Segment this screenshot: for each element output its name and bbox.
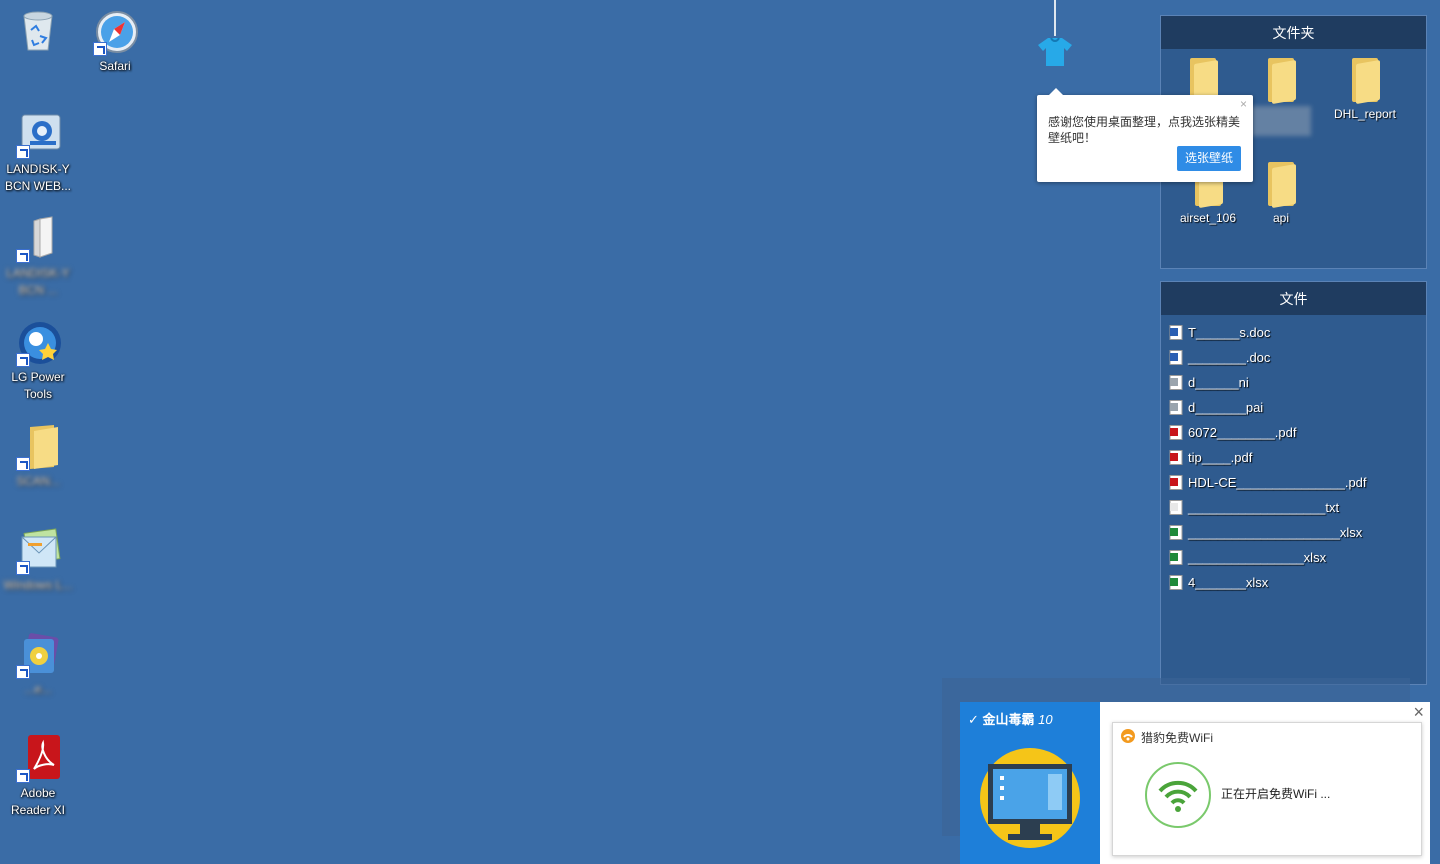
landisk-web-icon (14, 111, 62, 159)
file-item[interactable]: _____________________xlsx (1169, 521, 1362, 543)
gear-file-icon (1169, 374, 1183, 390)
lg-power-tools-shortcut[interactable]: LG Power Tools (0, 319, 76, 403)
file-name: HDL-CE_______________.pdf (1188, 474, 1367, 490)
file-name: T______s.doc (1188, 324, 1271, 340)
windows-live-mail-icon (14, 527, 62, 575)
file-name: ________.doc (1188, 349, 1271, 365)
blurred-folder-name (1251, 106, 1311, 136)
landisk-web-shortcut[interactable]: LANDISK-Y BCN WEB... (0, 111, 76, 195)
media-app-icon (14, 631, 62, 679)
file-item[interactable]: 6072________.pdf (1169, 421, 1296, 443)
file-item[interactable]: d_______pai (1169, 396, 1263, 418)
media-app-shortcut[interactable]: ...e... (0, 631, 76, 698)
file-item[interactable]: ________________xlsx (1169, 546, 1326, 568)
file-name: ___________________txt (1188, 499, 1340, 515)
landisk-drive-shortcut[interactable]: LANDISK-Y BCN ... (0, 215, 76, 299)
word-file-icon (1169, 324, 1183, 340)
adobe-reader-icon (14, 735, 62, 783)
shortcut-arrow-icon (16, 249, 30, 263)
file-item[interactable]: T______s.doc (1169, 321, 1270, 343)
scan-folder-label: SCAN... (16, 474, 60, 488)
shortcut-arrow-icon (16, 145, 30, 159)
wallpaper-tooltip: × 感谢您使用桌面整理，点我选张精美壁纸吧！ 选张壁纸 (1037, 88, 1253, 182)
landisk-web-label: LANDISK-Y BCN WEB... (4, 162, 71, 193)
file-fence-panel[interactable]: 文件 T______s.doc ________.doc d______ni d___… (1160, 281, 1427, 685)
safari-label: Safari (99, 59, 131, 73)
kingsoft-panel: ✓ 金山毒霸 10 (960, 702, 1100, 864)
lg-power-tools-label: LG Power Tools (11, 370, 65, 401)
txt-file-icon (1169, 499, 1183, 515)
cheetah-wifi-logo-icon (1121, 729, 1135, 743)
monitor-illustration-icon (980, 748, 1080, 848)
lg-power-tools-icon (14, 319, 62, 367)
tooltip-close-icon[interactable]: × (1240, 97, 1247, 111)
wifi-popup: 猎豹免费WiFi 正在开启免费WiFi ... (1112, 722, 1422, 856)
tshirt-skin-icon[interactable] (1037, 34, 1073, 70)
recycle-bin-graphic (14, 6, 62, 54)
file-item[interactable]: 4_______xlsx (1169, 571, 1268, 593)
xlsx-file-icon (1169, 524, 1183, 540)
fence-folder-item[interactable]: DHL_report (1327, 58, 1403, 122)
folder-icon (1266, 162, 1296, 209)
folder-icon (14, 423, 62, 471)
windows-live-shortcut[interactable]: Windows L... (0, 527, 76, 594)
gear-file-icon (1169, 399, 1183, 415)
choose-wallpaper-button[interactable]: 选张壁纸 (1177, 146, 1241, 171)
shortcut-arrow-icon (93, 42, 107, 56)
folder-icon (1350, 58, 1380, 105)
folder-icon (1266, 58, 1296, 105)
adobe-reader-shortcut[interactable]: Adobe Reader XI (0, 735, 76, 819)
adobe-reader-label: Adobe Reader XI (10, 786, 66, 817)
media-app-label: ...e... (24, 682, 52, 696)
pdf-file-icon (1169, 474, 1183, 490)
file-item[interactable]: ___________________txt (1169, 496, 1339, 518)
fence-folder-item[interactable] (1243, 58, 1319, 140)
windows-live-label: Windows L... (3, 578, 73, 592)
file-item[interactable]: d______ni (1169, 371, 1249, 393)
scan-folder-shortcut[interactable]: SCAN... (0, 423, 76, 490)
file-fence-title: 文件 (1161, 282, 1426, 315)
xlsx-file-icon (1169, 574, 1183, 590)
nas-drive-icon (14, 215, 62, 263)
shortcut-arrow-icon (16, 457, 30, 471)
shortcut-arrow-icon (16, 769, 30, 783)
shortcut-arrow-icon (16, 353, 30, 367)
pdf-file-icon (1169, 424, 1183, 440)
tooltip-message: 感谢您使用桌面整理，点我选张精美壁纸吧！ (1048, 115, 1241, 145)
file-name: tip____.pdf (1188, 449, 1253, 465)
file-name: 6072________.pdf (1188, 424, 1297, 440)
recycle-bin-icon[interactable] (0, 6, 76, 56)
xlsx-file-icon (1169, 549, 1183, 565)
wifi-signal-icon (1145, 762, 1211, 828)
file-name: 4_______xlsx (1188, 574, 1269, 590)
landisk-drive-label: LANDISK-Y BCN ... (6, 266, 70, 297)
folder-fence-title: 文件夹 (1161, 16, 1426, 49)
file-item[interactable]: HDL-CE_______________.pdf (1169, 471, 1367, 493)
file-name: ________________xlsx (1188, 549, 1327, 565)
safari-shortcut[interactable]: Safari (77, 8, 153, 75)
kingsoft-logo-icon: ✓ (968, 712, 979, 727)
pdf-file-icon (1169, 449, 1183, 465)
popup-close-icon[interactable]: × (1413, 702, 1424, 722)
wifi-status-text: 正在开启免费WiFi ... (1221, 787, 1331, 801)
word-file-icon (1169, 349, 1183, 365)
skin-hanger-string (1054, 0, 1056, 36)
file-item[interactable]: tip____.pdf (1169, 446, 1252, 468)
file-item[interactable]: ________.doc (1169, 346, 1270, 368)
file-name: _____________________xlsx (1188, 524, 1363, 540)
file-name: d_______pai (1188, 399, 1264, 415)
shortcut-arrow-icon (16, 561, 30, 575)
safari-compass-icon (91, 8, 139, 56)
file-name: d______ni (1188, 374, 1249, 390)
fence-folder-item[interactable]: api (1243, 162, 1319, 226)
wifi-popup-title: 猎豹免费WiFi (1141, 731, 1213, 745)
shortcut-arrow-icon (16, 665, 30, 679)
kingsoft-brand: ✓ 金山毒霸 10 (968, 712, 1053, 727)
